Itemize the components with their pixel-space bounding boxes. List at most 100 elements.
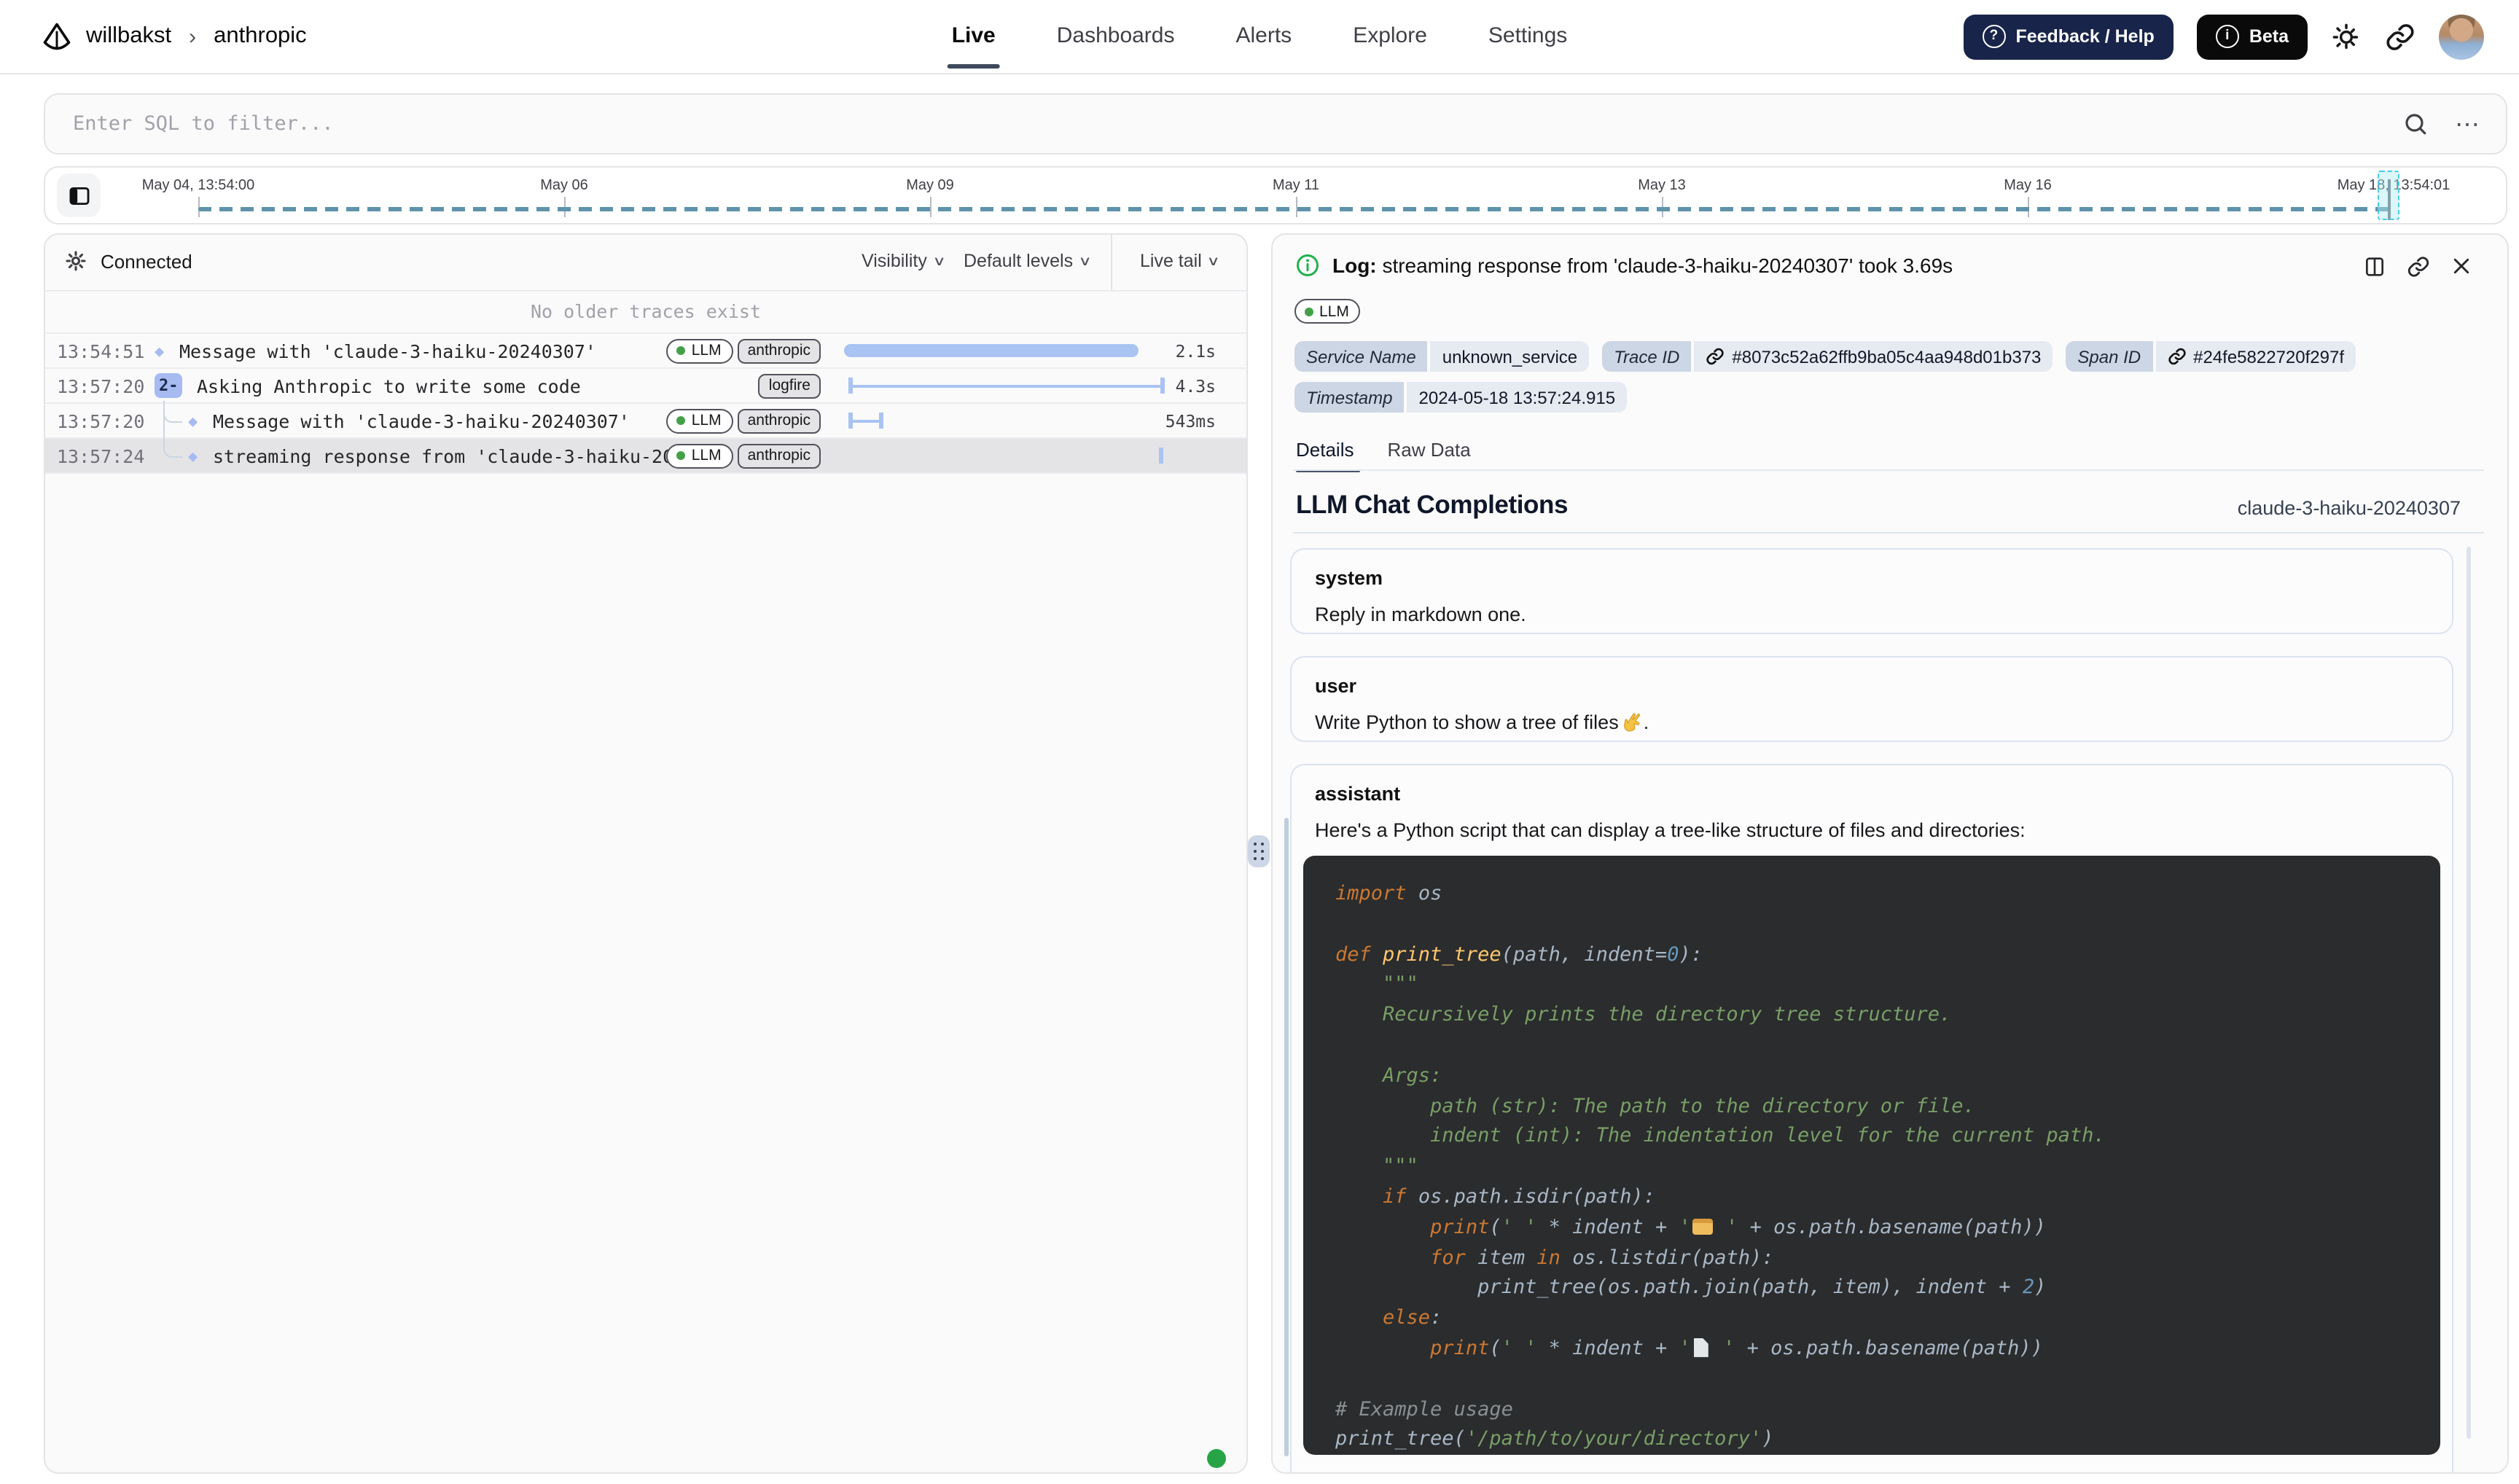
nav-actions: ? Feedback / Help i Beta [1963, 0, 2484, 73]
trace-timestamp: 13:57:20 [57, 375, 144, 397]
sql-filter-input[interactable] [70, 111, 2376, 137]
timeline-bar[interactable]: May 04, 13:54:00May 06May 09May 11May 13… [44, 166, 2507, 224]
tab-raw-data[interactable]: Raw Data [1388, 439, 1471, 472]
duration-label: 543ms [1165, 410, 1216, 431]
breadcrumb: willbakst › anthropic [41, 0, 307, 73]
code-line: Recursively prints the directory tree st… [1335, 1000, 2408, 1031]
default-levels-dropdown[interactable]: Default levels∨ [964, 251, 1090, 271]
feedback-help-button[interactable]: ? Feedback / Help [1963, 14, 2173, 59]
tag-pill[interactable]: anthropic [738, 338, 821, 363]
user-avatar[interactable] [2439, 14, 2484, 59]
duration-span-cap [848, 413, 853, 429]
tab-explore[interactable]: Explore [1353, 0, 1427, 73]
message-text: Reply in markdown one. [1315, 604, 2429, 625]
detail-scrollbar[interactable] [2467, 547, 2471, 1439]
code-line: if os.path.isdir(path): [1335, 1182, 2408, 1213]
theme-toggle-icon[interactable] [2331, 21, 2362, 52]
timeline-selection-region[interactable] [2378, 171, 2399, 220]
sidebar-toggle-button[interactable] [57, 173, 101, 217]
crossed-fingers-emoji [1622, 711, 1644, 733]
span-diamond-icon: ◆ [188, 446, 198, 465]
tab-settings[interactable]: Settings [1488, 0, 1567, 73]
llm-tag-pill[interactable]: LLM [667, 408, 733, 433]
file-emoji [1694, 1338, 1708, 1357]
trace-list-panel: Connected Visibility∨ Default levels∨ Li… [44, 233, 1248, 1474]
trace-id-chip[interactable]: Trace ID #8073c52a62ffb9ba05c4aa948d01b3… [1602, 341, 2053, 372]
chevron-down-icon: ∨ [1078, 253, 1091, 269]
copy-link-icon[interactable] [2407, 255, 2430, 278]
timeline-label: May 04, 13:54:00 [142, 178, 255, 194]
trace-row[interactable]: 13:54:51◆Message with 'claude-3-haiku-20… [45, 334, 1246, 369]
tab-live[interactable]: Live [952, 0, 996, 73]
live-tail-dropdown[interactable]: Live tail∨ [1140, 251, 1219, 271]
detail-tabs: Details Raw Data [1296, 439, 1471, 472]
question-icon: ? [1982, 25, 2005, 48]
message-text: Here's a Python script that can display … [1315, 819, 2429, 841]
llm-tag-pill[interactable]: LLM [667, 338, 733, 363]
chevron-down-icon: ∨ [1207, 253, 1220, 269]
llm-tag-pill[interactable]: LLM [667, 443, 733, 468]
tabs-divider [1293, 469, 2484, 471]
message-role: assistant [1315, 783, 2429, 805]
tag-pill[interactable]: logfire [759, 373, 821, 398]
code-line: """ [1335, 1152, 2408, 1182]
code-line: # Example usage [1335, 1394, 2408, 1425]
tab-alerts[interactable]: Alerts [1236, 0, 1292, 73]
top-navbar: willbakst › anthropic Live Dashboards Aler… [0, 0, 2519, 74]
beta-button[interactable]: i Beta [2197, 14, 2308, 59]
duration-span-cap [848, 378, 853, 394]
settings-gear-icon[interactable] [64, 249, 87, 273]
close-icon[interactable] [2450, 255, 2472, 278]
collapse-badge[interactable]: 2- [155, 373, 183, 398]
code-line [1335, 910, 2408, 940]
tree-connector [163, 401, 182, 422]
message-card-user: user Write Python to show a tree of file… [1290, 656, 2453, 742]
trace-row[interactable]: 13:57:20◆Message with 'claude-3-haiku-20… [45, 404, 1246, 439]
tag-pill[interactable]: anthropic [738, 408, 821, 433]
trace-row-title: Message with 'claude-3-haiku-20240307' [213, 410, 630, 431]
timeline-label: May 16 [2004, 178, 2052, 194]
trace-row[interactable]: 13:57:20 2- Asking Anthropic to write some… [45, 369, 1246, 404]
detail-scrollbar-left[interactable] [1284, 818, 1288, 1456]
message-role: system [1315, 567, 2429, 589]
code-line: indent (int): The indentation level for … [1335, 1122, 2408, 1152]
visibility-dropdown[interactable]: Visibility∨ [862, 251, 944, 271]
tab-details[interactable]: Details [1296, 439, 1354, 472]
code-line: for item in os.listdir(path): [1335, 1243, 2408, 1273]
model-name: claude-3-haiku-20240307 [2238, 497, 2461, 519]
message-card-system: system Reply in markdown one. [1290, 548, 2453, 634]
breadcrumb-project[interactable]: anthropic [214, 23, 307, 50]
code-line: print(' ' * indent + ' ' + os.path.basen… [1335, 1334, 2408, 1364]
duration-span-bar [848, 384, 1164, 388]
share-link-icon[interactable] [2385, 21, 2415, 52]
info-icon: i [2216, 25, 2239, 48]
connection-status: Connected [101, 251, 192, 273]
trace-row-tags: LLManthropic [667, 443, 821, 468]
span-metadata-row: Service Name unknown_service Trace ID #8… [1294, 341, 2356, 372]
logfire-logo-icon[interactable] [41, 20, 73, 52]
duration-span-cap [1160, 378, 1165, 394]
live-indicator-dot [1207, 1449, 1226, 1468]
folder-emoji [1692, 1219, 1713, 1235]
timeline-label: May 13 [1638, 178, 1686, 194]
span-id-chip[interactable]: Span ID #24fe5822720f297f [2066, 341, 2356, 372]
tag-pill[interactable]: anthropic [738, 443, 821, 468]
more-options-icon[interactable]: ⋯ [2455, 112, 2481, 136]
search-icon[interactable] [2402, 111, 2429, 137]
trace-row[interactable]: 13:57:24◆streaming response from 'claude… [45, 439, 1246, 474]
llm-tag-pill[interactable]: LLM [1294, 299, 1361, 324]
tree-connector [163, 436, 182, 457]
dock-panel-icon[interactable] [2363, 255, 2386, 278]
trace-row-tags: LLManthropic [667, 408, 821, 433]
message-text: Write Python to show a tree of files . [1315, 711, 2429, 733]
breadcrumb-org[interactable]: willbakst [86, 23, 171, 50]
service-name-chip: Service Name unknown_service [1294, 341, 1589, 372]
tab-dashboards[interactable]: Dashboards [1057, 0, 1175, 73]
panel-resize-handle[interactable] [1248, 835, 1270, 867]
code-line: Args: [1335, 1061, 2408, 1092]
python-code-block[interactable]: import os def print_tree(path, indent=0)… [1303, 856, 2440, 1455]
duration-span-cap [880, 413, 884, 429]
log-title: streaming response from 'claude-3-haiku-… [1382, 254, 1953, 277]
trace-row-title: Asking Anthropic to write some code [197, 375, 581, 397]
trace-timestamp: 13:54:51 [57, 340, 144, 362]
